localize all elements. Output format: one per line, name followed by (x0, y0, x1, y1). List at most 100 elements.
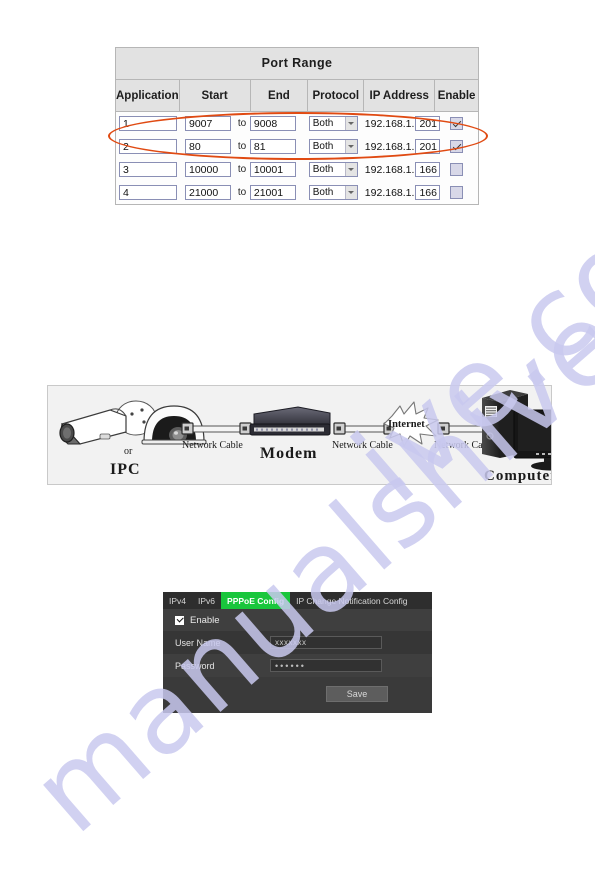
ip-prefix-label: 192.168.1. (364, 140, 415, 153)
table-row: 2 80 to 81 Both 192.168.1. 201 (116, 135, 478, 158)
enable-cell (436, 181, 478, 204)
tab-ipv6[interactable]: IPv6 (192, 592, 221, 609)
application-input[interactable]: 2 (119, 139, 177, 154)
protocol-cell: Both (305, 135, 360, 158)
to-separator: to (234, 158, 248, 181)
ip-address-cell: 192.168.1. 201 (360, 135, 441, 158)
end-cell: 81 (248, 135, 305, 158)
chevron-down-icon (344, 163, 357, 176)
protocol-select[interactable]: Both (308, 162, 358, 177)
username-row: User Name xxxxxxx (163, 631, 432, 654)
application-cell: 1 (116, 112, 177, 135)
ip-prefix-label: 192.168.1. (364, 163, 415, 176)
column-header-end: End (251, 80, 309, 111)
start-cell: 21000 (177, 181, 234, 204)
enable-checkbox[interactable] (449, 163, 463, 176)
application-input[interactable]: 3 (119, 162, 177, 177)
cable-1-label-text: Network Cable (182, 440, 243, 451)
ipc-label-text: IPC (110, 461, 141, 478)
protocol-select[interactable]: Both (308, 185, 358, 200)
column-header-application: Application (116, 80, 180, 111)
bullet-camera-icon (59, 400, 157, 445)
tab-ipv4[interactable]: IPv4 (163, 592, 192, 609)
end-cell: 21001 (248, 181, 305, 204)
protocol-value: Both (312, 141, 334, 152)
network-topology-diagram: or IPC Network Cable Modem Network Cable… (47, 385, 552, 485)
to-separator: to (234, 181, 248, 204)
chevron-down-icon (344, 140, 357, 153)
application-cell: 4 (116, 181, 177, 204)
computer-icon (482, 390, 551, 471)
end-cell: 9008 (248, 112, 305, 135)
to-separator: to (234, 112, 248, 135)
enable-checkbox[interactable] (449, 117, 463, 130)
ip-address-cell: 192.168.1. 166 (360, 181, 441, 204)
end-port-input[interactable]: 81 (249, 139, 296, 154)
protocol-value: Both (312, 118, 334, 129)
port-range-panel: Port Range Application Start End Protoco… (115, 47, 479, 205)
modem-icon (249, 406, 331, 436)
protocol-value: Both (312, 164, 334, 175)
application-input[interactable]: 4 (119, 185, 177, 200)
network-cable-1-icon (181, 422, 252, 435)
protocol-value: Both (312, 187, 334, 198)
end-port-input[interactable]: 21001 (249, 185, 296, 200)
watermark-text-left: manualshive (8, 276, 595, 859)
enable-cell (436, 112, 478, 135)
protocol-select[interactable]: Both (308, 116, 358, 131)
protocol-cell: Both (305, 112, 360, 135)
start-cell: 10000 (177, 158, 234, 181)
ip-address-cell: 192.168.1. 201 (360, 112, 441, 135)
start-port-input[interactable]: 21000 (185, 185, 231, 200)
chevron-down-icon (344, 117, 357, 130)
start-cell: 9007 (177, 112, 234, 135)
password-row: Password •••••• (163, 654, 432, 677)
pppoe-tab-bar: IPv4 IPv6 PPPoE Config IP Change Notific… (163, 592, 432, 609)
password-label: Password (175, 660, 215, 671)
enable-cell (436, 135, 478, 158)
start-port-input[interactable]: 9007 (185, 116, 231, 131)
username-input[interactable]: xxxxxxx (270, 636, 382, 649)
to-label: to (237, 187, 247, 198)
pppoe-config-panel: IPv4 IPv6 PPPoE Config IP Change Notific… (163, 592, 432, 713)
modem-label-text: Modem (260, 445, 317, 462)
end-port-input[interactable]: 9008 (249, 116, 296, 131)
enable-checkbox[interactable] (449, 186, 463, 199)
internet-label-text: Internet (388, 419, 425, 430)
table-row: 1 9007 to 9008 Both 192.168.1. 201 (116, 112, 478, 135)
start-cell: 80 (177, 135, 234, 158)
ip-address-cell: 192.168.1. 166 (360, 158, 441, 181)
chevron-down-icon (344, 186, 357, 199)
tab-ip-change-notification-config[interactable]: IP Change Notification Config (290, 592, 413, 609)
enable-checkbox[interactable] (449, 140, 463, 153)
start-port-input[interactable]: 10000 (185, 162, 231, 177)
to-label: to (237, 118, 247, 129)
application-cell: 3 (116, 158, 177, 181)
column-header-enable: Enable (437, 89, 476, 102)
column-header-ip-address: IP Address (364, 80, 436, 111)
start-port-input[interactable]: 80 (185, 139, 231, 154)
table-row: 3 10000 to 10001 Both 192.168.1. 166 (116, 158, 478, 181)
protocol-select[interactable]: Both (308, 139, 358, 154)
or-label-text: or (124, 446, 133, 457)
application-input[interactable]: 1 (119, 116, 177, 131)
enable-label: Enable (190, 614, 220, 626)
end-port-input[interactable]: 10001 (249, 162, 296, 177)
column-header-protocol: Protocol (308, 80, 365, 111)
to-label: to (237, 141, 247, 152)
enable-checkbox[interactable] (175, 615, 184, 625)
cable-2-label-text: Network Cable (332, 440, 393, 451)
column-header-start: Start (180, 80, 251, 111)
end-cell: 10001 (248, 158, 305, 181)
enable-cell (436, 158, 478, 181)
tab-pppoe-config[interactable]: PPPoE Config (221, 592, 291, 609)
ip-prefix-label: 192.168.1. (364, 186, 415, 199)
computer-label-text: Computer (484, 468, 551, 484)
enable-row: Enable (163, 609, 432, 631)
application-cell: 2 (116, 135, 177, 158)
save-button[interactable]: Save (326, 686, 388, 702)
username-label: User Name (175, 637, 221, 648)
password-input[interactable]: •••••• (270, 659, 382, 672)
ip-prefix-label: 192.168.1. (364, 117, 415, 130)
port-range-title: Port Range (116, 48, 478, 80)
